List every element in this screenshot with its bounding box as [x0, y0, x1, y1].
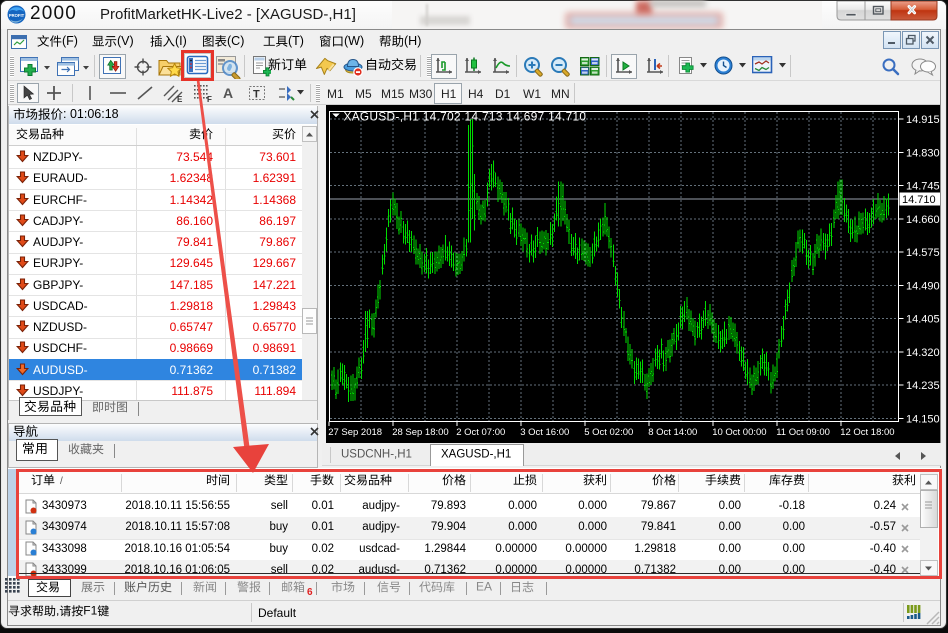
svg-text:F1: F1: [83, 604, 97, 618]
svg-text:(H): (H): [404, 34, 421, 48]
svg-text:14.320: 14.320: [906, 347, 940, 359]
svg-text:XAGUSD-,H1 14.702 14.713 14.69: XAGUSD-,H1 14.702 14.713 14.697 14.710: [344, 110, 587, 124]
svg-text:10 Oct 00:00: 10 Oct 00:00: [712, 427, 766, 438]
svg-text:(F): (F): [62, 34, 78, 48]
svg-text:3 Oct 16:00: 3 Oct 16:00: [520, 427, 569, 438]
svg-text:14.915: 14.915: [906, 114, 940, 126]
svg-text:14.745: 14.745: [906, 181, 940, 193]
svg-text:(T): (T): [288, 34, 304, 48]
svg-text:11 Oct 09:00: 11 Oct 09:00: [776, 427, 830, 438]
svg-text:PROFIT: PROFIT: [9, 13, 25, 18]
svg-text:14.235: 14.235: [906, 380, 940, 392]
svg-text:14.490: 14.490: [906, 280, 940, 292]
svg-text:14.710: 14.710: [902, 194, 936, 206]
svg-text:USDCNH-,H1: USDCNH-,H1: [341, 448, 412, 460]
svg-text:12 Oct 18:00: 12 Oct 18:00: [840, 427, 894, 438]
svg-text:14.150: 14.150: [906, 413, 940, 425]
svg-text:5 Oct 02:00: 5 Oct 02:00: [584, 427, 633, 438]
svg-text:14.660: 14.660: [906, 214, 940, 226]
svg-text:2 Oct 07:00: 2 Oct 07:00: [456, 427, 505, 438]
svg-text:14.405: 14.405: [906, 314, 940, 326]
svg-text:28 Sep 18:00: 28 Sep 18:00: [392, 427, 449, 438]
svg-text:(W): (W): [344, 34, 364, 48]
svg-text:(C): (C): [227, 34, 244, 48]
svg-text:: 01:06:18: : 01:06:18: [63, 107, 119, 121]
svg-text:(V): (V): [117, 34, 134, 48]
svg-text:8 Oct 14:00: 8 Oct 14:00: [648, 427, 697, 438]
svg-text:27 Sep 2018: 27 Sep 2018: [328, 427, 382, 438]
svg-text:XAGUSD-,H1: XAGUSD-,H1: [441, 448, 511, 460]
svg-text:EA: EA: [476, 580, 492, 594]
svg-text:,: ,: [56, 604, 59, 618]
svg-text:(I): (I): [175, 34, 187, 48]
svg-text:14.575: 14.575: [906, 247, 940, 259]
svg-text:14.830: 14.830: [906, 147, 940, 159]
